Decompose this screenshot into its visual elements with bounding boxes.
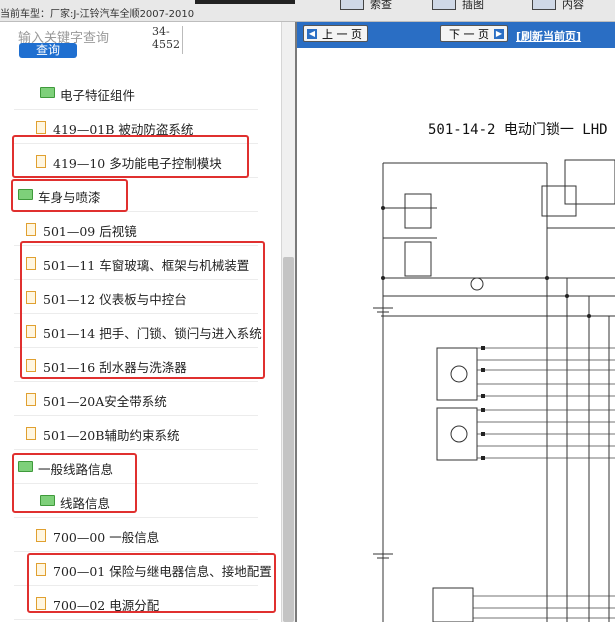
tree-item-700-00[interactable]: 700—00 一般信息 [14, 519, 258, 552]
highlight-box [11, 179, 128, 212]
viewer-navbar: ◀ 上 一 页 下 一 页 ▶ [刷新当前页] [297, 22, 615, 48]
document-icon [26, 223, 36, 236]
highlight-box [12, 135, 249, 178]
window-icon [532, 0, 556, 10]
wiring-diagram: 501-14-2 电动门锁一 LHD [297, 48, 615, 622]
document-icon [36, 121, 46, 134]
search-divider [182, 26, 183, 54]
document-icon [26, 427, 36, 440]
arrow-left-icon: ◀ [307, 29, 317, 39]
refresh-page-link[interactable]: [刷新当前页] [516, 28, 581, 44]
window-icon [432, 0, 456, 10]
document-icon [36, 529, 46, 542]
toolbar-button-index[interactable]: 索查 [340, 0, 392, 12]
result-count: 34-4552 [152, 25, 180, 51]
prev-page-button[interactable]: ◀ 上 一 页 [303, 25, 368, 42]
tree-item-501-20a[interactable]: 501—20A安全带系统 [14, 383, 258, 416]
navigation-panel: 查询 34-4552 电子特征组件 419—01B 被动防盗系统 419—10 … [0, 22, 281, 622]
tree-item-501-20b[interactable]: 501—20B辅助约束系统 [14, 417, 258, 450]
scrollbar-thumb[interactable] [283, 257, 294, 622]
toolbar-button-content[interactable]: 内容 [532, 0, 584, 12]
next-page-button[interactable]: 下 一 页 ▶ [440, 25, 508, 42]
arrow-right-icon: ▶ [494, 29, 504, 39]
highlight-box [27, 553, 276, 613]
search-area: 查询 34-4552 [0, 22, 281, 74]
title-bar: 当前车型：厂家:J-江铃汽车全顺2007-2010 索查 插图 内容 [0, 0, 615, 22]
toolbar-button-illustration[interactable]: 插图 [432, 0, 484, 12]
window-icon [340, 0, 364, 10]
viewer-panel: ◀ 上 一 页 下 一 页 ▶ [刷新当前页] 501-14-2 电动门锁一 LHD [295, 22, 615, 622]
tree-scrollbar[interactable] [281, 22, 295, 622]
query-button[interactable]: 查询 [19, 43, 77, 58]
folder-icon [40, 87, 55, 98]
document-icon [26, 393, 36, 406]
highlight-box [12, 453, 137, 513]
highlight-box [20, 241, 265, 379]
tree-folder-electronic-components[interactable]: 电子特征组件 [14, 77, 258, 110]
toolbar-shadow [195, 0, 295, 4]
current-vehicle-label: 当前车型：厂家:J-江铃汽车全顺2007-2010 [0, 9, 195, 20]
wiring-diagram-drawing [373, 159, 615, 622]
